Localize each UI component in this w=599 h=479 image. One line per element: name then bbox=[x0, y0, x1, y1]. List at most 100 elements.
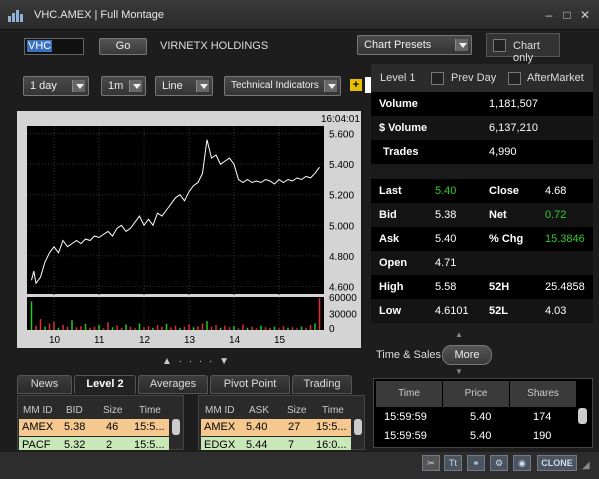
x-tick-label: 14 bbox=[229, 335, 241, 346]
ask-row-1-time: 16:0... bbox=[316, 439, 347, 450]
volume-tick-label: 0 bbox=[329, 324, 335, 335]
period-dropdown[interactable]: 1 day bbox=[23, 76, 89, 96]
volume-label: Volume bbox=[379, 98, 418, 110]
close-button[interactable]: ✕ bbox=[578, 8, 592, 22]
level2-bid-row[interactable]: AMEX 5.38 46 15:5... bbox=[19, 419, 169, 436]
ask-label: Ask bbox=[379, 233, 400, 245]
ask-row-1-size: 7 bbox=[288, 439, 295, 450]
resize-grip-icon[interactable]: ◢ bbox=[582, 460, 590, 471]
minimize-button[interactable]: – bbox=[542, 8, 556, 22]
clone-button[interactable]: CLONE bbox=[537, 455, 577, 471]
chevron-down-icon bbox=[129, 80, 142, 92]
tools-icon[interactable]: ✂ bbox=[422, 455, 440, 471]
52l-label: 52L bbox=[489, 305, 508, 317]
period-value: 1 day bbox=[30, 80, 57, 92]
settings-icon[interactable]: ⚙ bbox=[490, 455, 508, 471]
open-value: 4.71 bbox=[435, 257, 457, 269]
tab-news[interactable]: News bbox=[17, 375, 72, 394]
bid-header-time: Time bbox=[139, 405, 161, 416]
high-label: High bbox=[379, 281, 404, 293]
level2-ask-scrollbar[interactable] bbox=[354, 419, 362, 435]
dollar-volume-value: 6,137,210 bbox=[489, 122, 538, 134]
text-size-icon[interactable]: Tt bbox=[444, 455, 462, 471]
ask-row-0-mmid: AMEX bbox=[204, 421, 236, 433]
y-tick-label: 5.200 bbox=[329, 191, 354, 202]
ts-row-0-time: 15:59:59 bbox=[384, 411, 427, 423]
panel-resize-handle[interactable]: ▲ · · · · ▼ bbox=[162, 356, 231, 367]
bid-row-1-time: 15:5... bbox=[134, 439, 165, 450]
add-indicator-button[interactable]: + bbox=[350, 79, 362, 91]
symbol-value: VHC bbox=[27, 40, 53, 52]
volume-value: 1,181,507 bbox=[489, 98, 538, 110]
interval-dropdown[interactable]: 1m bbox=[101, 76, 146, 96]
chart-style-dropdown[interactable]: Line bbox=[155, 76, 213, 96]
ask-row-0-price: 5.40 bbox=[246, 421, 268, 433]
ts-row-0-shares: 174 bbox=[533, 411, 552, 423]
ts-header-time[interactable]: Time bbox=[376, 381, 442, 407]
ts-header-price[interactable]: Price bbox=[443, 381, 509, 407]
dollar-volume-label: $ Volume bbox=[379, 122, 428, 134]
chevron-down-icon bbox=[324, 80, 337, 92]
ts-row-1-shares: 190 bbox=[533, 430, 552, 442]
level1-row-open: Open 4.71 bbox=[371, 251, 593, 275]
ts-row-1-price: 5.40 bbox=[470, 430, 492, 442]
trades-label: Trades bbox=[383, 146, 419, 158]
y-tick-label: 4.800 bbox=[329, 252, 354, 263]
level2-bid-scrollbar[interactable] bbox=[172, 419, 180, 435]
price-chart[interactable]: 5.600 5.400 5.200 5.000 4.800 4.600 10 11 12 13 1… bbox=[17, 111, 361, 348]
time-sales-scrollbar[interactable] bbox=[578, 408, 587, 424]
y-tick-label: 4.600 bbox=[329, 282, 354, 293]
ts-row-0-price: 5.40 bbox=[470, 411, 492, 423]
time-sales-scroll-down-icon[interactable]: ▼ bbox=[455, 367, 463, 376]
level1-row-low: Low 4.6101 52L 4.03 bbox=[371, 299, 593, 323]
link-icon[interactable]: ⚭ bbox=[467, 455, 485, 471]
time-sales-more-button[interactable]: More bbox=[442, 345, 492, 365]
chart-presets-dropdown[interactable]: Chart Presets bbox=[357, 35, 472, 55]
symbol-input[interactable]: VHC bbox=[24, 38, 84, 55]
bid-row-1-mmid: PACF bbox=[22, 439, 51, 450]
technical-indicators-label: Technical Indicators bbox=[231, 80, 319, 91]
bid-value: 5.38 bbox=[435, 209, 457, 221]
technical-indicators-dropdown[interactable]: Technical Indicators bbox=[224, 76, 341, 96]
title-bar: VHC.AMEX | Full Montage – □ ✕ bbox=[0, 0, 599, 30]
level2-bid-row[interactable]: PACF 5.32 2 15:5... bbox=[19, 437, 169, 450]
level2-ask-row[interactable]: EDGX 5.44 7 16:0... bbox=[201, 437, 351, 450]
trades-value: 4,990 bbox=[489, 146, 517, 158]
prev-day-checkbox[interactable] bbox=[431, 72, 444, 85]
aftermarket-label: AfterMarket bbox=[527, 72, 584, 84]
tab-trading[interactable]: Trading bbox=[292, 375, 352, 394]
go-button[interactable]: Go bbox=[99, 38, 147, 55]
chart-only-toggle[interactable]: Chart only bbox=[486, 33, 560, 64]
y-tick-label: 5.600 bbox=[329, 130, 354, 141]
maximize-button[interactable]: □ bbox=[560, 8, 574, 22]
ask-header-size: Size bbox=[287, 405, 307, 416]
level1-row-bid: Bid 5.38 Net 0.72 bbox=[371, 203, 593, 227]
ts-header-shares[interactable]: Shares bbox=[510, 381, 576, 407]
level1-spacer bbox=[371, 164, 593, 179]
window-title: VHC.AMEX | Full Montage bbox=[34, 9, 165, 21]
level2-ask-row[interactable]: AMEX 5.40 27 15:5... bbox=[201, 419, 351, 436]
bid-row-1-size: 2 bbox=[106, 439, 113, 450]
tab-pivot-point[interactable]: Pivot Point bbox=[210, 375, 290, 394]
last-label: Last bbox=[379, 185, 402, 197]
last-value: 5.40 bbox=[435, 185, 457, 197]
tab-level-2[interactable]: Level 2 bbox=[74, 375, 136, 394]
aftermarket-checkbox[interactable] bbox=[508, 72, 521, 85]
x-tick-label: 12 bbox=[139, 335, 151, 346]
ask-row-1-price: 5.44 bbox=[246, 439, 268, 450]
level1-row-last: Last 5.40 Close 4.68 bbox=[371, 179, 593, 203]
chevron-down-icon bbox=[72, 80, 85, 92]
chart-only-checkbox[interactable] bbox=[493, 39, 506, 52]
level1-scroll-up-icon[interactable]: ▲ bbox=[455, 330, 463, 339]
level1-row-high: High 5.58 52H 25.4858 bbox=[371, 275, 593, 299]
volume-tick-label: 30000 bbox=[329, 310, 357, 321]
camera-icon[interactable]: ◉ bbox=[513, 455, 531, 471]
bid-row-0-time: 15:5... bbox=[134, 421, 165, 433]
bottom-toolbar bbox=[0, 452, 599, 479]
level1-row-volume: Volume 1,181,507 bbox=[371, 92, 593, 116]
tab-averages[interactable]: Averages bbox=[138, 375, 208, 394]
bid-row-1-price: 5.32 bbox=[64, 439, 86, 450]
y-tick-label: 5.000 bbox=[329, 221, 354, 232]
chart-style-value: Line bbox=[162, 80, 183, 92]
chevron-down-icon bbox=[196, 80, 209, 92]
